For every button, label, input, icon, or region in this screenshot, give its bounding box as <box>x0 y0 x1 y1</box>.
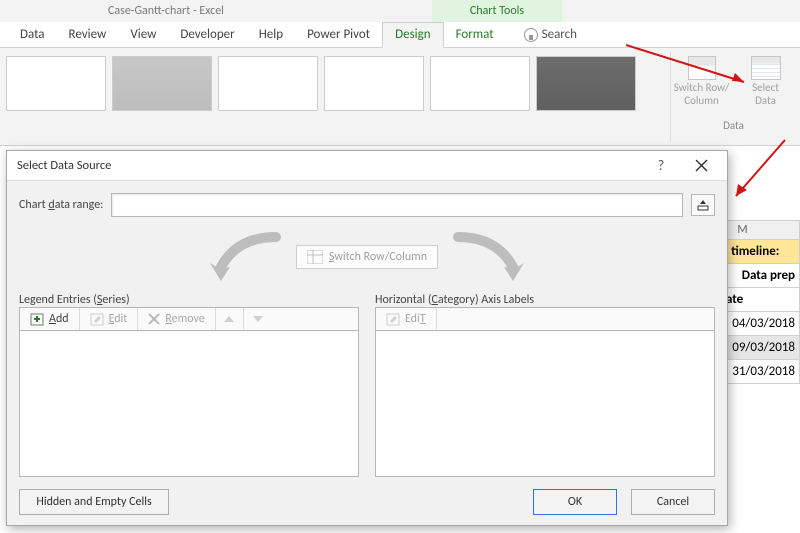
switch-row-column-button-dialog: Switch Row/Column <box>296 245 438 269</box>
chevron-up-icon <box>224 316 234 322</box>
remove-icon <box>148 313 160 325</box>
add-series-button[interactable]: Add <box>20 308 80 330</box>
curve-arrow-right-icon <box>448 231 528 283</box>
cancel-button[interactable]: Cancel <box>631 489 715 515</box>
chart-data-range-input[interactable] <box>111 193 683 217</box>
move-up-button <box>216 308 244 330</box>
ribbon-group-label-data: Data <box>723 119 744 132</box>
category-axis-listbox[interactable] <box>375 330 715 477</box>
annotation-arrow <box>730 138 800 208</box>
remove-series-button: Remove <box>138 308 215 330</box>
edit-icon <box>386 313 400 326</box>
document-title: Case-Gantt-chart - Excel <box>108 4 224 18</box>
close-icon <box>695 159 708 172</box>
select-data-source-dialog: Select Data Source ? Chart data range: <box>6 150 728 526</box>
category-axis-panel: EdiT <box>375 307 715 477</box>
legend-series-listbox[interactable] <box>19 330 359 477</box>
tell-me-search[interactable]: Search <box>506 23 587 47</box>
chart-style-thumb[interactable] <box>6 56 106 111</box>
chart-styles-gallery[interactable] <box>6 56 636 116</box>
help-button[interactable]: ? <box>641 152 681 180</box>
collapse-dialog-button[interactable] <box>691 194 715 216</box>
tab-help[interactable]: Help <box>247 23 295 47</box>
tab-view[interactable]: View <box>118 23 168 47</box>
tab-format[interactable]: Format <box>444 23 506 47</box>
edit-icon <box>90 313 104 326</box>
curve-arrow-left-icon <box>206 231 286 283</box>
chart-style-thumb[interactable] <box>536 56 636 111</box>
edit-series-button: Edit <box>80 308 139 330</box>
lightbulb-icon <box>524 28 538 42</box>
switch-row-column-icon <box>307 250 323 264</box>
close-button[interactable] <box>681 152 721 180</box>
chart-data-range-label: Chart data range: <box>19 198 103 212</box>
dialog-title: Select Data Source <box>17 158 111 173</box>
chart-style-thumb[interactable] <box>112 56 212 111</box>
chart-style-thumb[interactable] <box>218 56 318 111</box>
tab-design[interactable]: Design <box>382 22 443 48</box>
dialog-titlebar[interactable]: Select Data Source ? <box>7 151 727 181</box>
tab-power-pivot[interactable]: Power Pivot <box>295 23 382 47</box>
ok-button[interactable]: OK <box>533 489 617 515</box>
chart-tools-context: Chart Tools <box>432 0 562 22</box>
add-icon <box>30 313 44 326</box>
legend-series-panel: Add Edit Remove <box>19 307 359 477</box>
hidden-empty-cells-button[interactable]: Hidden and Empty Cells <box>19 489 169 515</box>
move-down-button <box>244 308 272 330</box>
chevron-down-icon <box>253 316 263 322</box>
collapse-icon <box>697 199 709 211</box>
chart-style-thumb[interactable] <box>430 56 530 111</box>
tab-data[interactable]: Data <box>8 23 57 47</box>
chart-style-thumb[interactable] <box>324 56 424 111</box>
help-icon: ? <box>658 157 665 174</box>
app-title-bar: Case-Gantt-chart - Excel Chart Tools <box>0 0 800 22</box>
category-axis-label: Horizontal (Category) Axis Labels <box>375 293 715 307</box>
annotation-arrow <box>626 33 766 93</box>
edit-category-button: EdiT <box>376 308 437 330</box>
tab-developer[interactable]: Developer <box>168 23 246 47</box>
legend-entries-label: Legend Entries (Series) <box>19 293 359 307</box>
tab-review[interactable]: Review <box>57 23 119 47</box>
